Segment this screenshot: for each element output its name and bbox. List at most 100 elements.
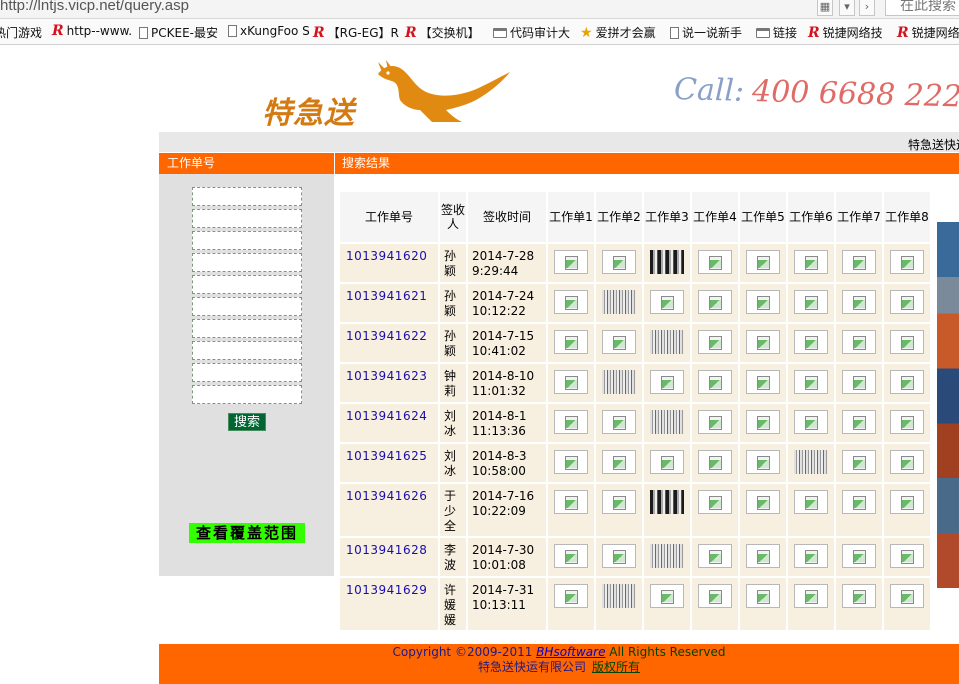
broken-image-icon[interactable] xyxy=(890,410,924,434)
page-mode-icon[interactable]: ▦ xyxy=(817,0,833,16)
search-button[interactable]: 搜索 xyxy=(228,413,266,431)
browser-search-input[interactable]: 在此搜索 xyxy=(885,0,959,16)
broken-image-icon[interactable] xyxy=(842,370,876,394)
broken-image-icon[interactable] xyxy=(602,450,636,474)
broken-image-icon[interactable] xyxy=(794,250,828,274)
bookmark-item[interactable]: 说一说新手 xyxy=(670,24,742,41)
broken-image-icon[interactable] xyxy=(602,490,636,514)
dropdown-arrow-icon[interactable]: ▾ xyxy=(839,0,855,16)
broken-image-icon[interactable] xyxy=(842,410,876,434)
brand-link[interactable]: BHsoftware xyxy=(536,645,605,659)
broken-image-icon[interactable] xyxy=(890,250,924,274)
broken-image-icon[interactable] xyxy=(650,450,684,474)
work-order-input[interactable] xyxy=(192,363,302,382)
scanned-image-thumbnail[interactable] xyxy=(650,250,684,274)
coverage-link[interactable]: 查看覆盖范围 xyxy=(189,523,305,543)
work-order-link[interactable]: 1013941626 xyxy=(346,489,427,503)
broken-image-icon[interactable] xyxy=(698,290,732,314)
broken-image-icon[interactable] xyxy=(794,330,828,354)
broken-image-icon[interactable] xyxy=(602,250,636,274)
broken-image-icon[interactable] xyxy=(650,290,684,314)
scanned-image-thumbnail[interactable] xyxy=(602,584,636,608)
broken-image-icon[interactable] xyxy=(602,410,636,434)
bookmark-item[interactable]: ★ 爱拼才会赢 xyxy=(580,24,656,41)
broken-image-icon[interactable] xyxy=(554,584,588,608)
broken-image-icon[interactable] xyxy=(890,330,924,354)
work-order-input[interactable] xyxy=(192,187,302,206)
broken-image-icon[interactable] xyxy=(698,370,732,394)
broken-image-icon[interactable] xyxy=(554,490,588,514)
scanned-image-thumbnail[interactable] xyxy=(650,544,684,568)
work-order-link[interactable]: 1013941629 xyxy=(346,583,427,597)
work-order-link[interactable]: 1013941623 xyxy=(346,369,427,383)
broken-image-icon[interactable] xyxy=(842,450,876,474)
broken-image-icon[interactable] xyxy=(746,410,780,434)
broken-image-icon[interactable] xyxy=(890,584,924,608)
broken-image-icon[interactable] xyxy=(554,290,588,314)
broken-image-icon[interactable] xyxy=(746,584,780,608)
broken-image-icon[interactable] xyxy=(842,250,876,274)
broken-image-icon[interactable] xyxy=(890,290,924,314)
broken-image-icon[interactable] xyxy=(794,544,828,568)
work-order-input[interactable] xyxy=(192,319,302,338)
broken-image-icon[interactable] xyxy=(698,490,732,514)
broken-image-icon[interactable] xyxy=(698,250,732,274)
url-text[interactable]: http://lntjs.vicp.net/query.asp xyxy=(0,0,189,14)
work-order-input[interactable] xyxy=(192,297,302,316)
broken-image-icon[interactable] xyxy=(554,370,588,394)
broken-image-icon[interactable] xyxy=(842,290,876,314)
broken-image-icon[interactable] xyxy=(746,330,780,354)
scanned-image-thumbnail[interactable] xyxy=(650,410,684,434)
work-order-input[interactable] xyxy=(192,231,302,250)
bookmark-item[interactable]: PCKEE-最安 xyxy=(139,24,218,41)
scanned-image-thumbnail[interactable] xyxy=(602,370,636,394)
broken-image-icon[interactable] xyxy=(746,370,780,394)
broken-image-icon[interactable] xyxy=(794,290,828,314)
work-order-link[interactable]: 1013941620 xyxy=(346,249,427,263)
work-order-input[interactable] xyxy=(192,275,302,294)
broken-image-icon[interactable] xyxy=(698,450,732,474)
broken-image-icon[interactable] xyxy=(890,370,924,394)
work-order-link[interactable]: 1013941628 xyxy=(346,543,427,557)
bookmark-item[interactable]: R 锐捷网络 xyxy=(897,24,959,41)
broken-image-icon[interactable] xyxy=(890,450,924,474)
broken-image-icon[interactable] xyxy=(650,370,684,394)
work-order-link[interactable]: 1013941625 xyxy=(346,449,427,463)
broken-image-icon[interactable] xyxy=(698,410,732,434)
bookmark-item[interactable]: R 【RG-EG】R xyxy=(313,24,399,41)
broken-image-icon[interactable] xyxy=(746,450,780,474)
broken-image-icon[interactable] xyxy=(602,330,636,354)
bookmark-item[interactable]: 链接 xyxy=(756,24,797,41)
ownership-link[interactable]: 版权所有 xyxy=(592,660,640,674)
bookmark-item[interactable]: 代码审计大 xyxy=(493,24,570,41)
address-bar[interactable]: http://lntjs.vicp.net/query.asp ▦ ▾ › 在此… xyxy=(0,0,959,19)
broken-image-icon[interactable] xyxy=(554,450,588,474)
broken-image-icon[interactable] xyxy=(794,410,828,434)
broken-image-icon[interactable] xyxy=(698,330,732,354)
work-order-input[interactable] xyxy=(192,253,302,272)
broken-image-icon[interactable] xyxy=(698,544,732,568)
scanned-image-thumbnail[interactable] xyxy=(794,450,828,474)
broken-image-icon[interactable] xyxy=(554,250,588,274)
broken-image-icon[interactable] xyxy=(746,250,780,274)
broken-image-icon[interactable] xyxy=(890,490,924,514)
broken-image-icon[interactable] xyxy=(842,490,876,514)
broken-image-icon[interactable] xyxy=(650,584,684,608)
bookmark-item[interactable]: 热门游戏 xyxy=(0,24,42,41)
work-order-input[interactable] xyxy=(192,385,302,404)
broken-image-icon[interactable] xyxy=(794,370,828,394)
scanned-image-thumbnail[interactable] xyxy=(602,290,636,314)
broken-image-icon[interactable] xyxy=(602,544,636,568)
go-arrow-icon[interactable]: › xyxy=(859,0,875,16)
broken-image-icon[interactable] xyxy=(890,544,924,568)
broken-image-icon[interactable] xyxy=(794,584,828,608)
broken-image-icon[interactable] xyxy=(554,544,588,568)
work-order-input[interactable] xyxy=(192,209,302,228)
work-order-link[interactable]: 1013941624 xyxy=(346,409,427,423)
broken-image-icon[interactable] xyxy=(746,290,780,314)
work-order-link[interactable]: 1013941621 xyxy=(346,289,427,303)
bookmark-item[interactable]: Rhttp--www. xyxy=(52,24,132,38)
broken-image-icon[interactable] xyxy=(842,330,876,354)
scanned-image-thumbnail[interactable] xyxy=(650,490,684,514)
bookmark-item[interactable]: xKungFoo S xyxy=(228,24,310,38)
